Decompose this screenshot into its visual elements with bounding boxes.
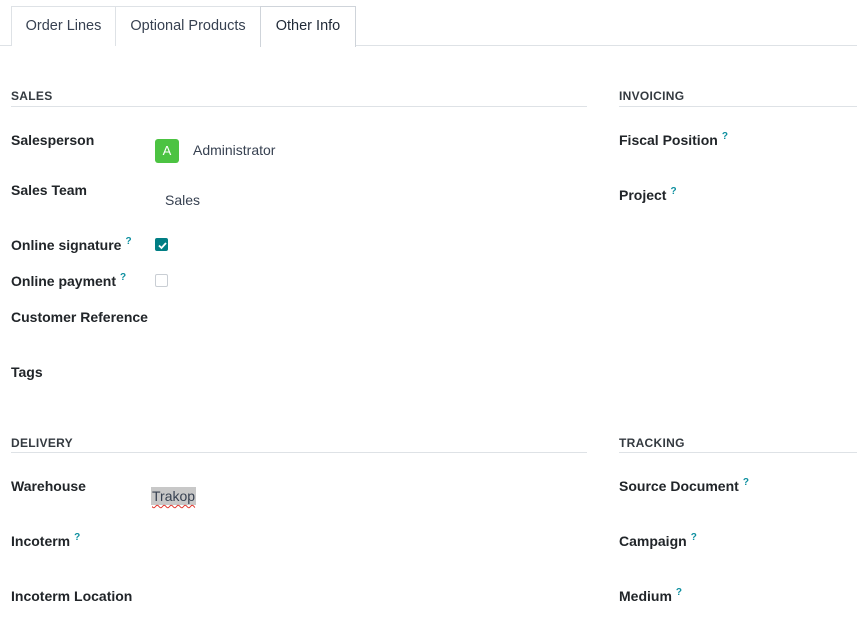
salesperson-avatar[interactable]: A [155, 139, 179, 163]
medium-label: Medium? [619, 587, 682, 608]
source-document-label-text: Source Document [619, 478, 739, 494]
tracking-section-title: TRACKING [619, 436, 685, 450]
online-payment-checkbox[interactable] [155, 274, 168, 287]
delivery-divider [11, 452, 587, 453]
sales-team-label: Sales Team [11, 182, 88, 198]
fiscal-position-label-text: Fiscal Position [619, 132, 718, 148]
medium-help-icon[interactable]: ? [676, 587, 682, 598]
incoterm-location-label: Incoterm Location [11, 588, 133, 604]
project-help-icon[interactable]: ? [670, 186, 676, 197]
project-label-text: Project [619, 187, 667, 203]
online-payment-label-text: Online payment [11, 273, 117, 289]
invoicing-section-title: INVOICING [619, 89, 685, 103]
campaign-label: Campaign? [619, 532, 697, 553]
invoicing-divider [619, 106, 857, 107]
salesperson-label: Salesperson [11, 132, 95, 148]
online-payment-label: Online payment? [11, 272, 126, 293]
source-document-help-icon[interactable]: ? [743, 477, 749, 488]
tab-optional-products[interactable]: Optional Products [115, 6, 261, 46]
fiscal-position-help-icon[interactable]: ? [722, 131, 728, 142]
tracking-divider [619, 452, 857, 453]
incoterm-help-icon[interactable]: ? [74, 532, 80, 543]
online-signature-checkbox[interactable] [155, 238, 168, 251]
online-payment-help-icon[interactable]: ? [120, 272, 126, 283]
customer-reference-label: Customer Reference [11, 309, 148, 325]
warehouse-label: Warehouse [11, 478, 86, 494]
online-signature-help-icon[interactable]: ? [125, 236, 131, 247]
project-label: Project? [619, 186, 677, 207]
incoterm-label-text: Incoterm [11, 533, 71, 549]
tab-order-lines[interactable]: Order Lines [11, 6, 116, 46]
fiscal-position-label: Fiscal Position? [619, 131, 728, 152]
campaign-help-icon[interactable]: ? [691, 532, 697, 543]
delivery-section-title: DELIVERY [11, 436, 73, 450]
sales-team-field[interactable]: Sales [165, 191, 200, 209]
online-signature-label-text: Online signature [11, 237, 122, 253]
medium-label-text: Medium [619, 588, 672, 604]
source-document-label: Source Document? [619, 477, 749, 498]
tab-other-info[interactable]: Other Info [260, 6, 356, 47]
campaign-label-text: Campaign [619, 533, 687, 549]
notebook-tabs: Order Lines Optional Products Other Info [0, 0, 857, 47]
check-icon [158, 242, 167, 250]
warehouse-field[interactable]: Trakop [151, 487, 197, 505]
sales-section-title: SALES [11, 89, 53, 103]
salesperson-field[interactable]: Administrator [193, 141, 275, 159]
sales-divider [11, 106, 587, 107]
online-signature-label: Online signature? [11, 236, 132, 257]
incoterm-label: Incoterm? [11, 532, 80, 553]
tags-label: Tags [11, 364, 43, 380]
